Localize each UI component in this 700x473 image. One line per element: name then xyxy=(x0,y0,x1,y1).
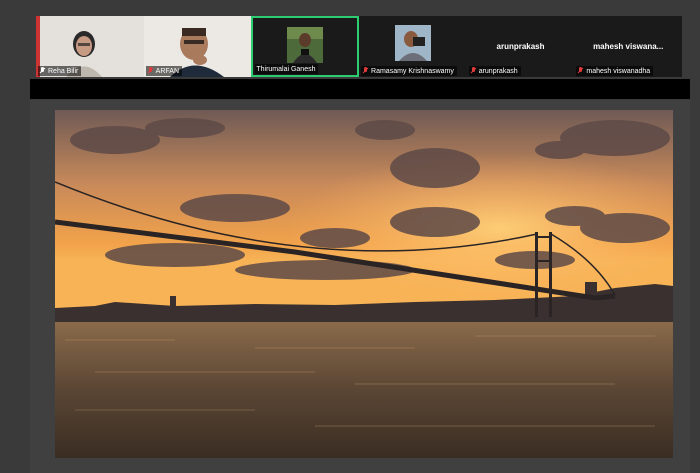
muted-mic-icon xyxy=(39,67,46,75)
muted-mic-icon xyxy=(362,67,369,75)
participant-tile-mahesh[interactable]: mahesh viswana... mahesh viswanadha xyxy=(574,16,683,77)
avatar xyxy=(287,27,324,63)
participant-tile-reha-bilir[interactable]: Reha Bilir xyxy=(36,16,144,77)
participant-display-name: arunprakash xyxy=(496,42,545,51)
shared-photo xyxy=(55,110,673,458)
participant-tile-thirumalai-ganesh[interactable]: Thirumalai Ganesh xyxy=(251,16,360,77)
participant-label: arunprakash xyxy=(468,66,521,76)
participant-tile-ramasamy[interactable]: Ramasamy Krishnaswamy xyxy=(359,16,467,77)
avatar xyxy=(394,25,431,61)
share-toolbar-bar xyxy=(30,79,690,99)
participant-label: ARFAN xyxy=(145,66,183,76)
muted-mic-icon xyxy=(470,67,477,75)
participant-name: mahesh viswanadha xyxy=(586,67,651,75)
participant-strip: Reha Bilir ARFAN Thirumalai Ganesh Ramas… xyxy=(36,16,683,77)
participant-tile-arunprakash[interactable]: arunprakash arunprakash xyxy=(466,16,575,77)
muted-mic-icon xyxy=(577,67,584,75)
participant-name: Thirumalai Ganesh xyxy=(256,65,316,73)
participant-name: arunprakash xyxy=(478,67,518,75)
participant-label: mahesh viswanadha xyxy=(576,66,654,76)
participant-tile-arfan[interactable]: ARFAN xyxy=(143,16,252,77)
muted-mic-icon xyxy=(147,67,154,75)
participant-name: Ramasamy Krishnaswamy xyxy=(371,67,454,75)
participant-label: Reha Bilir xyxy=(38,66,82,76)
participant-label: Ramasamy Krishnaswamy xyxy=(361,66,457,76)
participant-label: Thirumalai Ganesh xyxy=(255,64,319,74)
participant-name: Reha Bilir xyxy=(48,67,79,75)
participant-display-name: mahesh viswana... xyxy=(593,42,664,51)
participant-name: ARFAN xyxy=(155,67,180,75)
